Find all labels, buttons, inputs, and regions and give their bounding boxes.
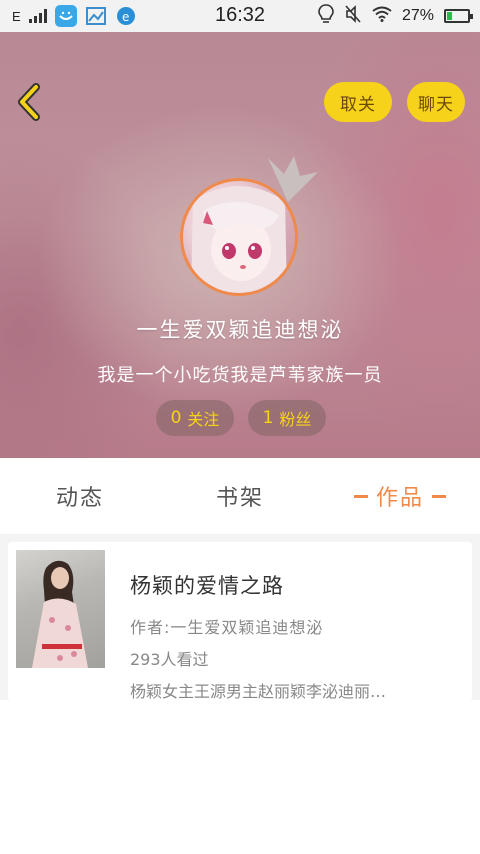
status-bar: E e 16:32 27%	[0, 0, 480, 32]
profile-header: 取关 聊天 一生爱双颖追迪想泌 我是一个小吃货我是芦苇家族一员 0 关注 1 粉…	[0, 32, 480, 458]
book-title: 杨颖的爱情之路	[130, 574, 284, 598]
fans-stat[interactable]: 1 粉丝	[248, 400, 326, 436]
lightbulb-icon	[318, 3, 334, 29]
avatar[interactable]	[180, 178, 298, 296]
battery-percent: 27%	[401, 7, 434, 24]
nickname: 一生爱双颖追迪想泌	[136, 318, 344, 342]
active-indicator-left	[353, 494, 368, 498]
work-card[interactable]: 杨颖的爱情之路 作者:一生爱双颖追迪想泌 293人看过 杨颖女主王源男主赵丽颖李…	[8, 542, 472, 701]
fans-label: 粉丝	[279, 410, 312, 429]
tab-label: 动态	[55, 486, 104, 511]
tab-bookshelf[interactable]: 书架	[160, 458, 320, 534]
battery-fill	[447, 12, 452, 20]
tab-label: 作品	[375, 486, 424, 511]
battery-icon	[444, 9, 473, 23]
tab-label: 书架	[215, 486, 264, 511]
book-author: 作者:一生爱双颖追迪想泌	[130, 618, 324, 637]
mute-icon	[344, 4, 362, 29]
fans-count: 1	[262, 408, 274, 428]
chat-button[interactable]: 聊天	[407, 82, 465, 122]
works-list: 杨颖的爱情之路 作者:一生爱双颖追迪想泌 293人看过 杨颖女主王源男主赵丽颖李…	[0, 534, 480, 701]
signature: 我是一个小吃货我是芦苇家族一员	[97, 365, 383, 386]
profile-tabs: 动态 书架 作品	[0, 458, 480, 534]
book-cover-image	[32, 560, 88, 668]
book-cover	[16, 550, 105, 668]
following-label: 关注	[187, 410, 220, 429]
book-views: 293人看过	[130, 650, 209, 669]
back-button[interactable]	[14, 82, 48, 122]
chevron-left-icon	[18, 83, 40, 121]
book-description: 杨颖女主王源男主赵丽颖李泌迪丽…	[130, 682, 387, 701]
tab-works[interactable]: 作品	[320, 458, 480, 534]
status-right: 27%	[318, 3, 473, 29]
active-indicator-right	[432, 494, 446, 498]
avatar-image	[191, 186, 287, 293]
following-count: 0	[170, 408, 182, 428]
tab-dynamics[interactable]: 动态	[0, 458, 160, 534]
following-stat[interactable]: 0 关注	[156, 400, 234, 436]
wifi-icon	[372, 6, 392, 27]
unfollow-button[interactable]: 取关	[324, 82, 392, 122]
